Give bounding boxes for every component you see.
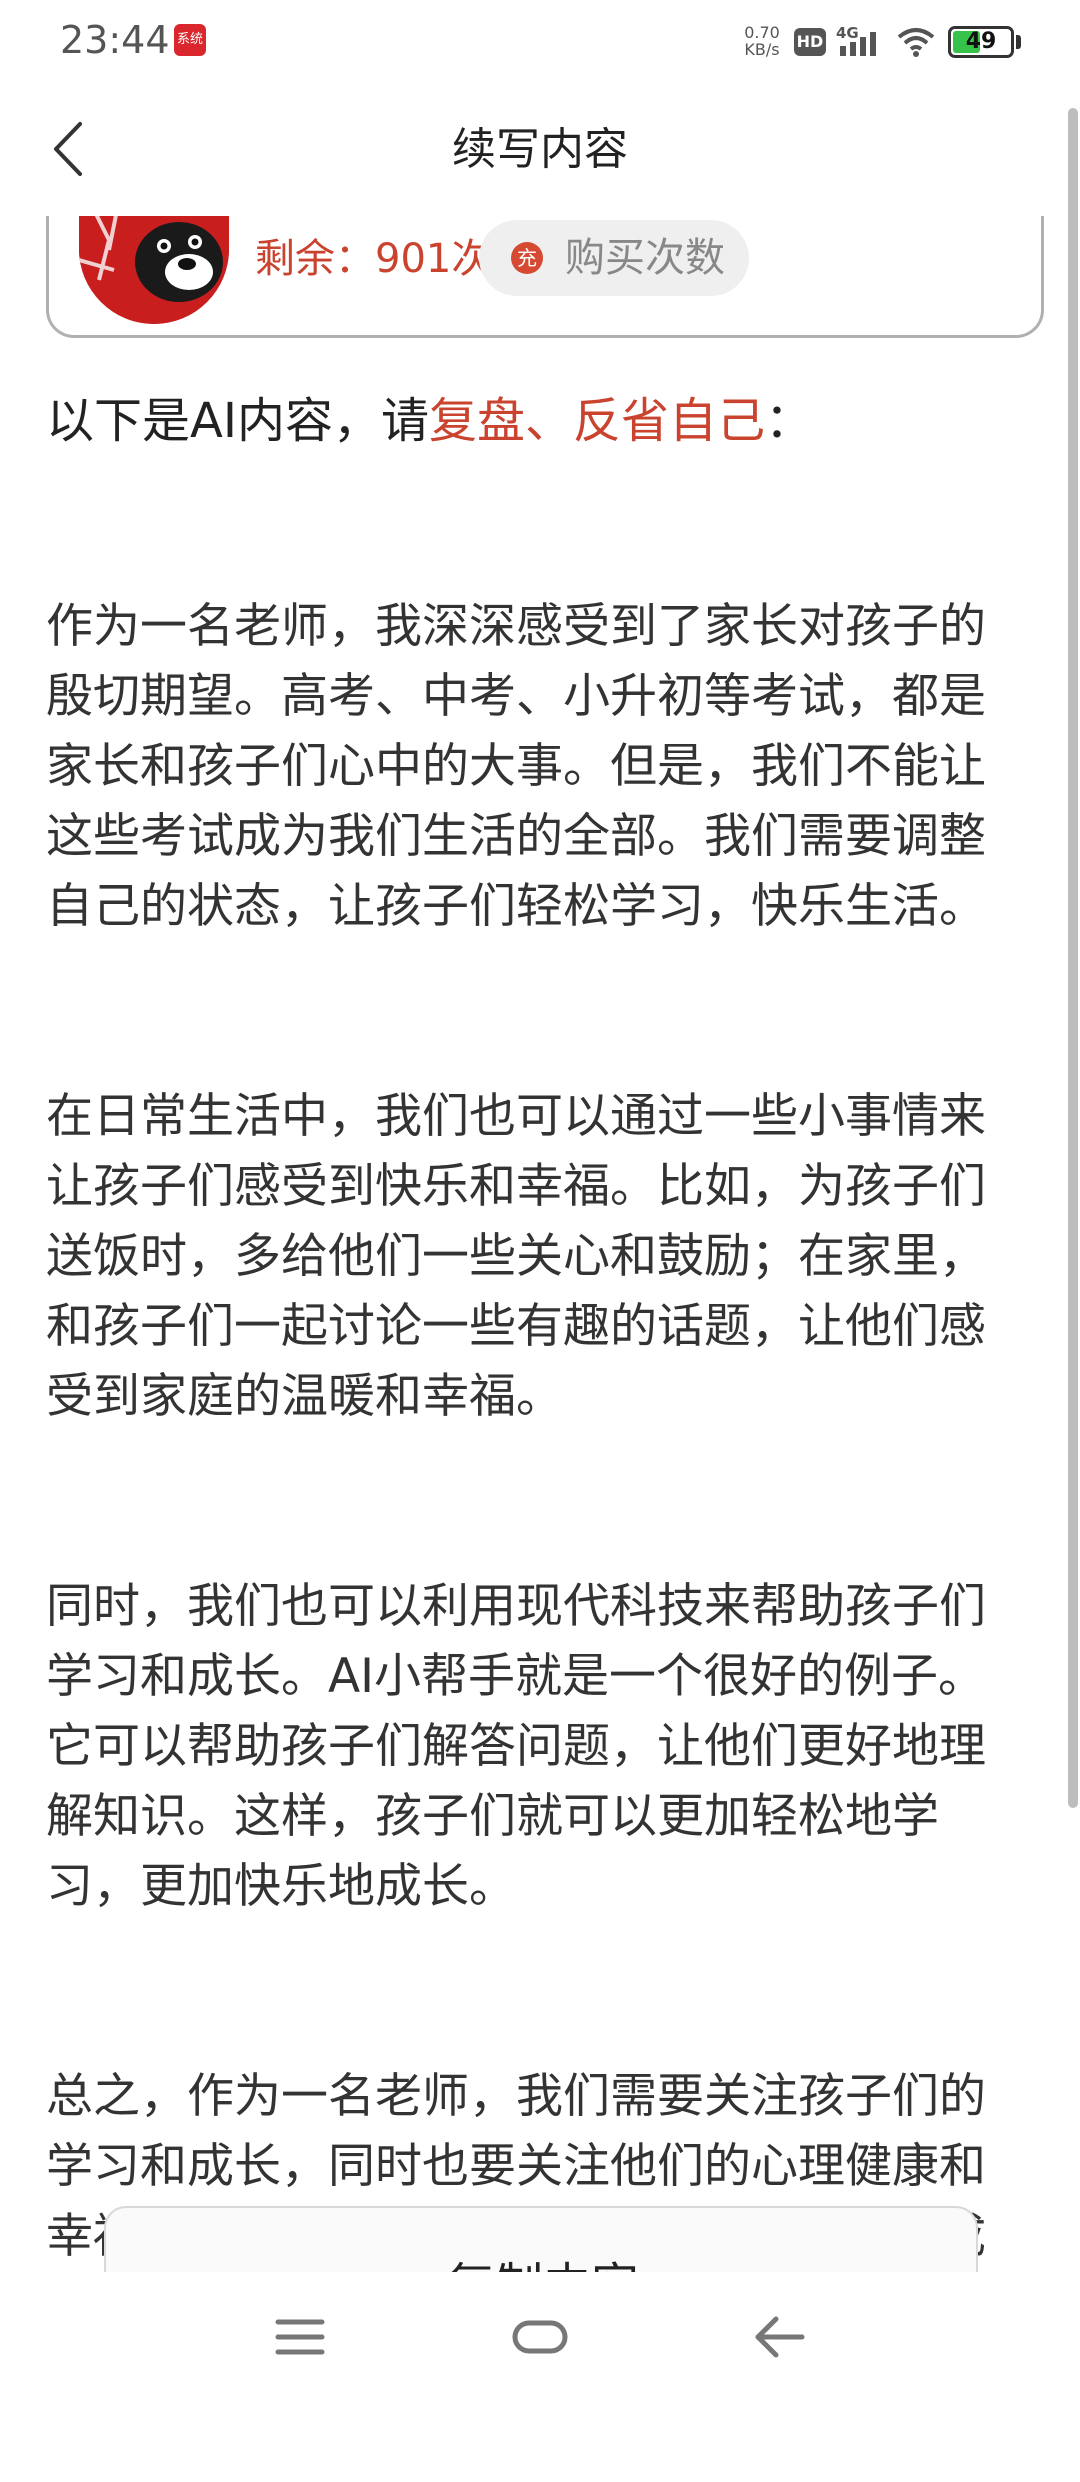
hd-icon: HD [794, 28, 826, 56]
chevron-left-icon [54, 122, 82, 176]
article-paragraph: 同时，我们也可以利用现代科技来帮助孩子们学习和成长。AI小帮手就是一个很好的例子… [46, 1579, 986, 1914]
system-nav-bar [0, 2272, 1080, 2400]
menu-button[interactable] [240, 2302, 360, 2372]
recharge-icon: 充 [511, 242, 543, 274]
intro-highlight: 复盘、反省自己 [429, 393, 766, 449]
intro-prefix: 以下是AI内容，请 [46, 393, 429, 449]
battery-icon: 49 [948, 26, 1014, 58]
remaining-count: 剩余：901次 [255, 226, 491, 284]
cellular-signal-icon: 4G [836, 24, 886, 62]
home-button[interactable] [480, 2302, 600, 2372]
wifi-icon [896, 26, 936, 62]
battery-tip [1016, 35, 1021, 49]
network-speed-value: 0.70 [744, 23, 780, 42]
buy-times-button[interactable]: 充 购买次数 [479, 220, 749, 296]
back-arrow-icon [755, 2316, 805, 2358]
remaining-label: 剩余： [255, 236, 375, 282]
system-back-button[interactable] [720, 2302, 840, 2372]
status-bar: 23:44 系统 0.70 KB/s HD 4G 49 [0, 0, 1080, 84]
intro-suffix: ： [765, 393, 814, 449]
avatar [79, 200, 229, 324]
buy-times-label: 购买次数 [565, 235, 725, 281]
scrollbar[interactable] [1068, 108, 1078, 1808]
article-content: 作为一名老师，我深深感受到了家长对孩子的殷切期望。高考、中考、小升初等考试，都是… [46, 592, 1026, 2482]
network-type-label: 4G [836, 24, 859, 42]
article-paragraph: 作为一名老师，我深深感受到了家长对孩子的殷切期望。高考、中考、小升初等考试，都是… [46, 599, 986, 934]
article-paragraph: 在日常生活中，我们也可以通过一些小事情来让孩子们感受到快乐和幸福。比如，为孩子们… [46, 1089, 986, 1424]
network-speed-unit: KB/s [744, 40, 780, 59]
network-speed: 0.70 KB/s [742, 24, 782, 58]
ai-intro-text: 以下是AI内容，请复盘、反省自己： [46, 386, 813, 456]
page-title: 续写内容 [452, 124, 628, 175]
remaining-value: 901次 [375, 236, 492, 282]
battery-level: 49 [965, 29, 997, 54]
home-icon [512, 2320, 568, 2354]
status-time: 23:44 [60, 18, 170, 62]
notification-app-icon: 系统 [174, 24, 206, 56]
page-header: 续写内容 [0, 84, 1080, 216]
menu-icon [275, 2319, 325, 2355]
back-button[interactable] [40, 114, 100, 184]
